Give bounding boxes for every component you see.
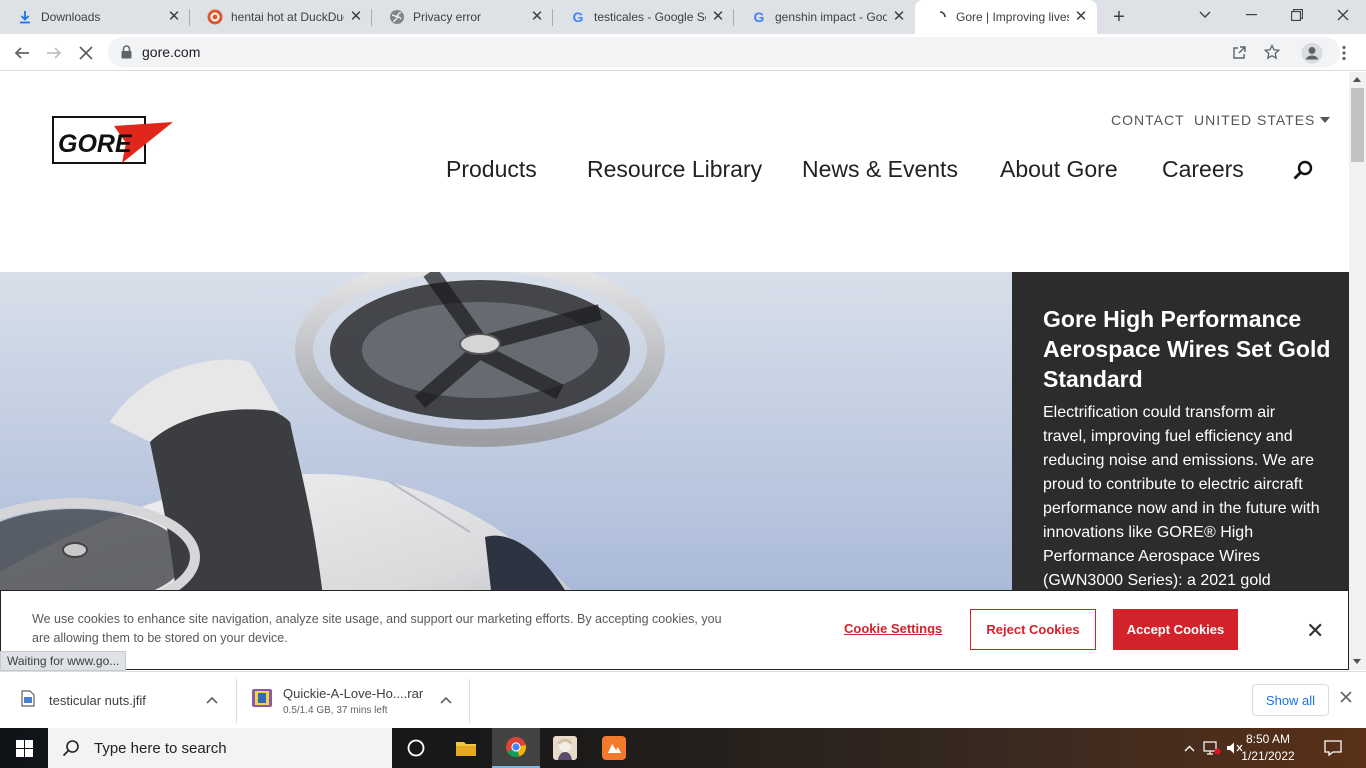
search-icon[interactable] xyxy=(1293,160,1313,185)
nav-news-events[interactable]: News & Events xyxy=(802,156,958,183)
nav-products[interactable]: Products xyxy=(446,156,537,183)
windows-taskbar: Type here to search 8:50 AM 1/21/2022 xyxy=(0,728,1366,768)
download-item[interactable]: Quickie-A-Love-Ho....rar 0.5/1.4 GB, 37 … xyxy=(237,672,469,729)
tab-title: hentai hot at DuckDuckGo xyxy=(231,10,344,24)
nav-careers[interactable]: Careers xyxy=(1162,156,1244,183)
back-icon[interactable] xyxy=(8,39,36,67)
task-view-icon[interactable] xyxy=(392,728,440,768)
scroll-thumb[interactable] xyxy=(1351,88,1364,162)
tab-title: genshin impact - Google Search xyxy=(775,10,887,24)
tab-close-icon[interactable]: ✕ xyxy=(710,9,726,25)
clock-time: 8:50 AM xyxy=(1245,732,1291,746)
tab-title: Gore | Improving lives xyxy=(956,10,1069,24)
url-text[interactable]: gore.com xyxy=(142,44,200,60)
loading-icon xyxy=(932,9,948,25)
caret-down-icon xyxy=(1320,116,1331,123)
google-icon: G xyxy=(753,9,765,25)
orange-app-icon[interactable] xyxy=(590,728,638,768)
tab-close-icon[interactable]: ✕ xyxy=(1073,9,1089,25)
tab-title: Downloads xyxy=(41,10,101,24)
download-icon xyxy=(17,9,33,25)
shelf-separator xyxy=(469,679,470,723)
tab-title: Privacy error xyxy=(413,10,482,24)
tab-close-icon[interactable]: ✕ xyxy=(166,9,182,25)
stop-loading-icon[interactable] xyxy=(72,39,100,67)
tab-title: testicales - Google Search xyxy=(594,10,706,24)
cookie-banner: We use cookies to enhance site navigatio… xyxy=(0,590,1349,670)
tab-strip: Downloads ✕ hentai hot at DuckDuckGo ✕ P… xyxy=(0,0,1366,34)
shelf-close-icon[interactable] xyxy=(1340,690,1352,708)
scroll-down-icon[interactable] xyxy=(1353,659,1361,664)
browser-toolbar: gore.com xyxy=(0,34,1366,71)
chevron-up-icon[interactable] xyxy=(206,693,218,707)
start-button[interactable] xyxy=(0,728,48,768)
google-icon: G xyxy=(572,9,584,25)
tab-privacy-error[interactable]: Privacy error ✕ xyxy=(372,0,553,34)
more-menu-icon[interactable] xyxy=(1330,39,1358,67)
tab-gore-active[interactable]: Gore | Improving lives ✕ xyxy=(915,0,1097,34)
window-close-icon[interactable] xyxy=(1320,0,1366,30)
cookie-settings-link[interactable]: Cookie Settings xyxy=(844,621,942,636)
notifications-icon[interactable] xyxy=(1318,728,1348,768)
chrome-icon[interactable] xyxy=(492,728,540,768)
duckduckgo-icon xyxy=(207,9,223,25)
show-all-button[interactable]: Show all xyxy=(1252,684,1329,716)
gore-logo[interactable]: GORE xyxy=(52,116,174,171)
address-bar[interactable]: gore.com xyxy=(108,37,1340,67)
download-filename: testicular nuts.jfif xyxy=(49,693,146,708)
globe-icon xyxy=(389,9,405,25)
file-explorer-icon[interactable] xyxy=(442,728,490,768)
forward-icon[interactable] xyxy=(40,39,68,67)
promo-title[interactable]: Gore High Performance Aerospace Wires Se… xyxy=(1043,304,1333,394)
new-tab-button[interactable]: + xyxy=(1108,6,1130,28)
nav-about-gore[interactable]: About Gore xyxy=(1000,156,1118,183)
nav-resource-library[interactable]: Resource Library xyxy=(587,156,762,183)
taskbar-search-placeholder: Type here to search xyxy=(94,739,227,757)
game-app-icon[interactable] xyxy=(541,728,589,768)
lock-icon[interactable] xyxy=(121,45,132,64)
region-label: UNITED STATES xyxy=(1194,112,1316,128)
download-item[interactable]: testicular nuts.jfif xyxy=(0,672,236,729)
tab-google-search-2[interactable]: G genshin impact - Google Search ✕ xyxy=(734,0,915,34)
tab-close-icon[interactable]: ✕ xyxy=(529,9,545,25)
download-progress-text: 0.5/1.4 GB, 37 mins left xyxy=(283,704,388,716)
cookie-close-icon[interactable]: ✕ xyxy=(1306,618,1324,644)
tab-duckduckgo[interactable]: hentai hot at DuckDuckGo ✕ xyxy=(190,0,372,34)
cookie-text: We use cookies to enhance site navigatio… xyxy=(32,612,722,645)
image-file-icon xyxy=(21,689,35,712)
scroll-up-icon[interactable] xyxy=(1353,77,1361,82)
tab-search-icon[interactable] xyxy=(1182,0,1228,30)
accept-cookies-button[interactable]: Accept Cookies xyxy=(1113,609,1238,650)
contact-link[interactable]: CONTACT xyxy=(1111,112,1185,128)
archive-file-icon xyxy=(251,688,273,713)
chevron-up-icon[interactable] xyxy=(440,693,452,707)
tab-close-icon[interactable]: ✕ xyxy=(891,9,907,25)
tab-google-search-1[interactable]: G testicales - Google Search ✕ xyxy=(553,0,734,34)
reject-cookies-button[interactable]: Reject Cookies xyxy=(970,609,1096,650)
restore-icon[interactable] xyxy=(1274,0,1320,30)
tab-downloads[interactable]: Downloads ✕ xyxy=(0,0,190,34)
page-scrollbar[interactable] xyxy=(1349,72,1366,670)
system-clock[interactable]: 8:50 AM 1/21/2022 xyxy=(1240,731,1296,765)
windows-logo-icon xyxy=(15,739,33,757)
status-bubble: Waiting for www.go... xyxy=(0,651,127,671)
bookmark-star-icon[interactable] xyxy=(1263,43,1281,61)
taskbar-search-box[interactable]: Type here to search xyxy=(48,728,392,768)
download-shelf: testicular nuts.jfif Quickie-A-Love-Ho..… xyxy=(0,671,1366,728)
search-icon xyxy=(62,740,79,757)
network-icon[interactable] xyxy=(1202,728,1222,768)
logo-text: GORE xyxy=(58,130,133,158)
show-hidden-icons-icon[interactable] xyxy=(1180,728,1198,768)
web-page: GORE CONTACT UNITED STATES Products Reso… xyxy=(0,72,1349,670)
region-selector[interactable]: UNITED STATES xyxy=(1194,112,1331,128)
minimize-icon[interactable] xyxy=(1228,0,1274,30)
profile-avatar-icon[interactable] xyxy=(1298,39,1326,67)
download-filename: Quickie-A-Love-Ho....rar xyxy=(283,685,424,701)
share-icon[interactable] xyxy=(1230,43,1248,61)
promo-body: Electrification could transform air trav… xyxy=(1043,404,1320,589)
clock-date: 1/21/2022 xyxy=(1241,749,1295,763)
tab-close-icon[interactable]: ✕ xyxy=(348,9,364,25)
